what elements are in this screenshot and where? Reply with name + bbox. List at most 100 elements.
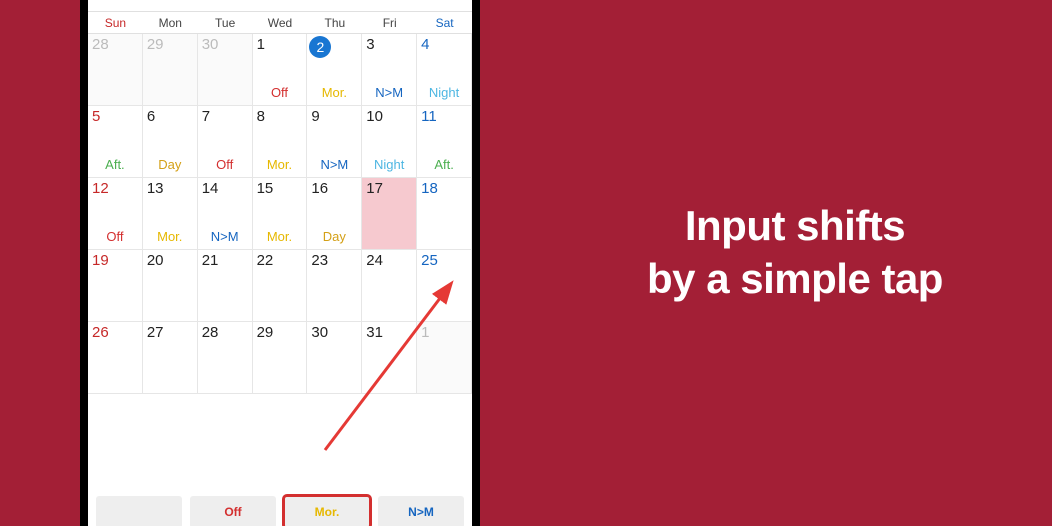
calendar-day[interactable]: 29 [253, 322, 308, 394]
day-number: 17 [366, 181, 412, 196]
day-number: 13 [147, 181, 193, 196]
today-marker: 2 [309, 36, 331, 58]
calendar-day[interactable]: 3 N>M [362, 34, 417, 106]
calendar-day[interactable]: 26 [88, 322, 143, 394]
shift-label: Night [366, 157, 412, 174]
promo-line-2: by a simple tap [560, 253, 1030, 306]
repeat-icon[interactable] [440, 0, 462, 3]
day-number: 15 [257, 181, 303, 196]
calendar-day[interactable]: 17 [362, 178, 417, 250]
calendar-day[interactable]: 4Night [417, 34, 472, 106]
app-bar: May 2019 [88, 0, 472, 12]
calendar-day[interactable]: 8 Mor. [253, 106, 308, 178]
day-number: 31 [366, 325, 412, 340]
promo-text: Input shifts by a simple tap [560, 200, 1030, 305]
calendar-day[interactable]: 10 Night [362, 106, 417, 178]
shift-button-nm[interactable]: N>M [378, 496, 464, 526]
day-number: 14 [202, 181, 248, 196]
shift-label: Day [311, 229, 357, 246]
weekday-label: Fri [362, 12, 417, 33]
shift-picker: OffMor.N>MNightAft.Day [88, 486, 472, 526]
day-number: 1 [257, 37, 303, 52]
shift-label: Aft. [421, 157, 467, 174]
day-number: 29 [147, 37, 193, 52]
calendar-day[interactable]: 27 [143, 322, 198, 394]
shift-label: Off [92, 229, 138, 246]
shift-label: N>M [311, 157, 357, 174]
day-number: 19 [92, 253, 138, 268]
calendar-day[interactable]: 16Day [307, 178, 362, 250]
calendar-day[interactable]: 14N>M [198, 178, 253, 250]
day-number: 24 [366, 253, 412, 268]
calendar-day[interactable]: 15 Mor. [253, 178, 308, 250]
weekday-header: SunMonTueWedThuFriSat [88, 12, 472, 34]
today-icon[interactable] [368, 0, 390, 3]
day-number: 30 [311, 325, 357, 340]
calendar-day[interactable]: 19 [88, 250, 143, 322]
calendar-day[interactable]: 6 Day [143, 106, 198, 178]
day-number: 5 [92, 109, 138, 124]
weekday-label: Tue [198, 12, 253, 33]
calendar-day[interactable]: 7Off [198, 106, 253, 178]
menu-icon[interactable] [98, 0, 120, 3]
calendar-day[interactable]: 12 Off [88, 178, 143, 250]
day-number: 23 [311, 253, 357, 268]
shift-button-mor[interactable]: Mor. [284, 496, 370, 526]
day-number: 30 [202, 37, 248, 52]
calendar-day[interactable]: 18 [417, 178, 472, 250]
calendar-day[interactable]: 13 Mor. [143, 178, 198, 250]
day-number: 9 [311, 109, 357, 124]
calendar-day[interactable]: 5 Aft. [88, 106, 143, 178]
day-number: 18 [421, 181, 467, 196]
shift-label: Mor. [147, 229, 193, 246]
day-number: 4 [421, 37, 467, 52]
calendar-day[interactable]: 29 [143, 34, 198, 106]
calendar-day[interactable]: 22 [253, 250, 308, 322]
calendar-day[interactable]: 1 [417, 322, 472, 394]
calendar-day[interactable]: 28 [88, 34, 143, 106]
shift-button-clear[interactable] [96, 496, 182, 526]
calendar-day[interactable]: 25 [417, 250, 472, 322]
day-number: 8 [257, 109, 303, 124]
shift-label: N>M [366, 85, 412, 102]
calendar-day[interactable]: 11 Aft. [417, 106, 472, 178]
promo-line-1: Input shifts [560, 200, 1030, 253]
day-number: 25 [421, 253, 467, 268]
calendar-day[interactable]: 23 [307, 250, 362, 322]
calendar-day[interactable]: 2 Mor. [307, 34, 362, 106]
shift-label: Day [147, 157, 193, 174]
day-number: 29 [257, 325, 303, 340]
shift-label: Off [202, 157, 248, 174]
shift-label: Mor. [257, 157, 303, 174]
shift-label: Off [257, 85, 303, 102]
day-number: 1 [421, 325, 467, 340]
day-number: 21 [202, 253, 248, 268]
day-number: 11 [421, 109, 467, 124]
weekday-label: Sat [417, 12, 472, 33]
calendar-day[interactable]: 30 [198, 34, 253, 106]
month-title[interactable]: May 2019 [134, 0, 222, 1]
calendar-day[interactable]: 9 N>M [307, 106, 362, 178]
calendar-day[interactable]: 28 [198, 322, 253, 394]
edit-icon[interactable] [404, 0, 426, 3]
day-number: 20 [147, 253, 193, 268]
calendar-day[interactable]: 30 [307, 322, 362, 394]
day-number: 28 [92, 37, 138, 52]
calendar-day[interactable]: 31 [362, 322, 417, 394]
shift-label: Mor. [257, 229, 303, 246]
shift-label: Aft. [92, 157, 138, 174]
calendar-grid: 2829301Off2Mor.3N>M4Night5Aft.6Day7Off8M… [88, 34, 472, 394]
weekday-label: Sun [88, 12, 143, 33]
calendar-day[interactable]: 21 [198, 250, 253, 322]
calendar-day[interactable]: 1 Off [253, 34, 308, 106]
weekday-label: Thu [307, 12, 362, 33]
shift-button-off[interactable]: Off [190, 496, 276, 526]
day-number: 3 [366, 37, 412, 52]
day-number: 22 [257, 253, 303, 268]
day-number: 6 [147, 109, 193, 124]
shift-label: Mor. [311, 85, 357, 102]
day-number: 10 [366, 109, 412, 124]
day-number: 12 [92, 181, 138, 196]
calendar-day[interactable]: 20 [143, 250, 198, 322]
calendar-day[interactable]: 24 [362, 250, 417, 322]
